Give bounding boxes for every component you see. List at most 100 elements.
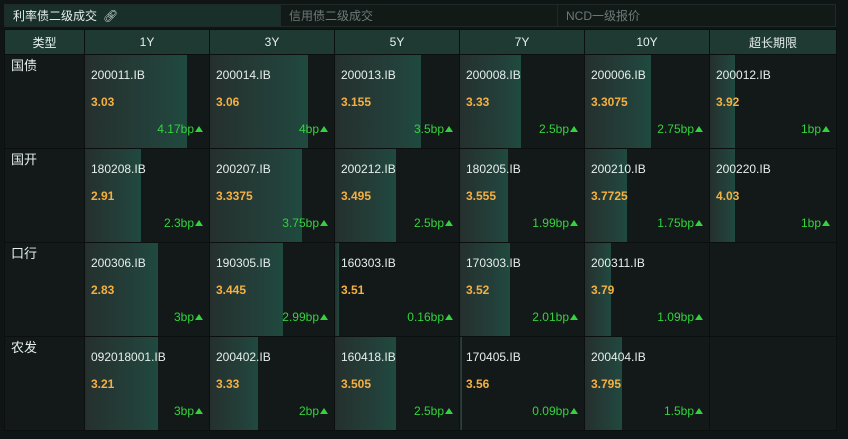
column-header-3y[interactable]: 3Y xyxy=(209,29,335,55)
yield-change-value: 2.75bp xyxy=(657,122,694,136)
bond-code[interactable]: 200008.IB xyxy=(466,68,521,82)
yield-change-value: 1.5bp xyxy=(663,404,694,418)
bond-code[interactable]: 200014.IB xyxy=(216,68,271,82)
bond-code[interactable]: 200220.IB xyxy=(716,162,771,176)
bond-cell[interactable]: 200220.IB 4.03 1bp xyxy=(709,148,837,243)
bond-cell[interactable]: 200207.IB 3.3375 3.75bp xyxy=(209,148,335,243)
column-header-10y[interactable]: 10Y xyxy=(584,29,710,55)
bond-yield: 3.79 xyxy=(591,283,615,297)
bond-cell[interactable]: 200013.IB 3.155 3.5bp xyxy=(334,54,460,149)
bond-code[interactable]: 200402.IB xyxy=(216,350,271,364)
bond-yield: 3.33 xyxy=(466,95,490,109)
yield-change: 3.75bp xyxy=(282,216,328,230)
yield-change: 2.99bp xyxy=(282,310,328,324)
yield-change: 2bp xyxy=(299,404,328,418)
up-arrow-icon xyxy=(822,126,830,132)
bond-yield: 3.555 xyxy=(466,189,497,203)
tab-rate-bond-trades[interactable]: 利率债二级成交 🔗︎ xyxy=(4,4,280,27)
yield-change-value: 2.01bp xyxy=(532,310,569,324)
bond-cell[interactable]: 170303.IB 3.52 2.01bp xyxy=(459,242,585,337)
bond-yield: 3.3075 xyxy=(591,95,628,109)
header-row: 类型 1Y 3Y 5Y 7Y 10Y 超长期限 xyxy=(4,29,837,55)
up-arrow-icon xyxy=(570,408,578,414)
up-arrow-icon xyxy=(570,314,578,320)
column-header-ultra-long[interactable]: 超长期限 xyxy=(709,29,837,55)
bond-cell xyxy=(709,242,837,337)
tab-ncd-quotes[interactable]: NCD一级报价 xyxy=(557,4,836,27)
bond-code[interactable]: 200011.IB xyxy=(91,68,145,82)
row-type-label: 农发 xyxy=(4,336,85,431)
bond-code[interactable]: 160303.IB xyxy=(341,256,396,270)
bond-code[interactable]: 190305.IB xyxy=(216,256,271,270)
bond-cell[interactable]: 200212.IB 3.495 2.5bp xyxy=(334,148,460,243)
bond-cell[interactable]: 170405.IB 3.56 0.09bp xyxy=(459,336,585,431)
bond-code[interactable]: 200012.IB xyxy=(716,68,771,82)
bond-cell[interactable]: 200008.IB 3.33 2.5bp xyxy=(459,54,585,149)
bond-code[interactable]: 170303.IB xyxy=(466,256,521,270)
bond-cell[interactable]: 200404.IB 3.795 1.5bp xyxy=(584,336,710,431)
bond-cell[interactable]: 200006.IB 3.3075 2.75bp xyxy=(584,54,710,149)
yield-change-value: 0.16bp xyxy=(407,310,444,324)
bond-yield: 3.92 xyxy=(716,95,740,109)
column-header-7y[interactable]: 7Y xyxy=(459,29,585,55)
yield-change-value: 2.99bp xyxy=(282,310,319,324)
bond-code[interactable]: 200013.IB xyxy=(341,68,396,82)
up-arrow-icon xyxy=(195,408,203,414)
bond-code[interactable]: 170405.IB xyxy=(466,350,521,364)
bond-cell[interactable]: 180208.IB 2.91 2.3bp xyxy=(84,148,210,243)
bond-code[interactable]: 180205.IB xyxy=(466,162,521,176)
yield-change: 1bp xyxy=(801,122,830,136)
bond-yield: 3.33 xyxy=(216,377,240,391)
bond-cell[interactable]: 200012.IB 3.92 1bp xyxy=(709,54,837,149)
bond-yield: 3.06 xyxy=(216,95,240,109)
bond-yield: 4.03 xyxy=(716,189,740,203)
bond-code[interactable]: 160418.IB xyxy=(341,350,396,364)
yield-change-value: 2.5bp xyxy=(413,216,444,230)
bond-code[interactable]: 200306.IB xyxy=(91,256,146,270)
bond-cell[interactable]: 160418.IB 3.505 2.5bp xyxy=(334,336,460,431)
yield-change-value: 3.5bp xyxy=(413,122,444,136)
bond-cell[interactable]: 180205.IB 3.555 1.99bp xyxy=(459,148,585,243)
column-header-5y[interactable]: 5Y xyxy=(334,29,460,55)
bond-yield: 3.445 xyxy=(216,283,247,297)
link-icon[interactable]: 🔗︎ xyxy=(103,5,118,28)
yield-change: 3.5bp xyxy=(414,122,453,136)
yield-change-value: 1.09bp xyxy=(657,310,694,324)
yield-change-value: 4bp xyxy=(298,122,319,136)
yield-change-value: 4.17bp xyxy=(157,122,194,136)
bond-yield: 3.21 xyxy=(91,377,115,391)
column-header-1y[interactable]: 1Y xyxy=(84,29,210,55)
bond-yield: 3.7725 xyxy=(591,189,628,203)
bond-cell[interactable]: 200402.IB 3.33 2bp xyxy=(209,336,335,431)
bond-cell[interactable]: 200011.IB 3.03 4.17bp xyxy=(84,54,210,149)
bond-code[interactable]: 200212.IB xyxy=(341,162,396,176)
yield-change: 1.99bp xyxy=(532,216,578,230)
yield-change-value: 2.3bp xyxy=(163,216,194,230)
table-row: 口行 200306.IB 2.83 3bp 190305.IB 3.445 2.99bp 16… xyxy=(4,242,837,337)
bond-cell[interactable]: 190305.IB 3.445 2.99bp xyxy=(209,242,335,337)
bond-yield: 2.91 xyxy=(91,189,115,203)
bond-cell[interactable]: 200311.IB 3.79 1.09bp xyxy=(584,242,710,337)
tab-credit-bond-trades[interactable]: 信用债二级成交 xyxy=(280,4,557,27)
bond-code[interactable]: 092018001.IB xyxy=(91,350,166,364)
yield-change: 2.5bp xyxy=(539,122,578,136)
bond-cell[interactable]: 200306.IB 2.83 3bp xyxy=(84,242,210,337)
bond-cell[interactable]: 200014.IB 3.06 4bp xyxy=(209,54,335,149)
bond-code[interactable]: 200006.IB xyxy=(591,68,646,82)
bond-cell[interactable]: 160303.IB 3.51 0.16bp xyxy=(334,242,460,337)
bond-cell[interactable]: 092018001.IB 3.21 3bp xyxy=(84,336,210,431)
bond-yield: 2.83 xyxy=(91,283,115,297)
column-header-type[interactable]: 类型 xyxy=(4,29,85,55)
row-type-label: 口行 xyxy=(4,242,85,337)
yield-grid: 类型 1Y 3Y 5Y 7Y 10Y 超长期限 国债 200011.IB 3.03 4… xyxy=(4,29,837,431)
bond-cell[interactable]: 200210.IB 3.7725 1.75bp xyxy=(584,148,710,243)
bond-code[interactable]: 180208.IB xyxy=(91,162,146,176)
up-arrow-icon xyxy=(320,220,328,226)
bond-code[interactable]: 200311.IB xyxy=(591,256,645,270)
yield-change-value: 1.99bp xyxy=(532,216,569,230)
bond-code[interactable]: 200404.IB xyxy=(591,350,646,364)
up-arrow-icon xyxy=(695,220,703,226)
bond-code[interactable]: 200210.IB xyxy=(591,162,646,176)
bond-code[interactable]: 200207.IB xyxy=(216,162,271,176)
row-type-label: 国开 xyxy=(4,148,85,243)
